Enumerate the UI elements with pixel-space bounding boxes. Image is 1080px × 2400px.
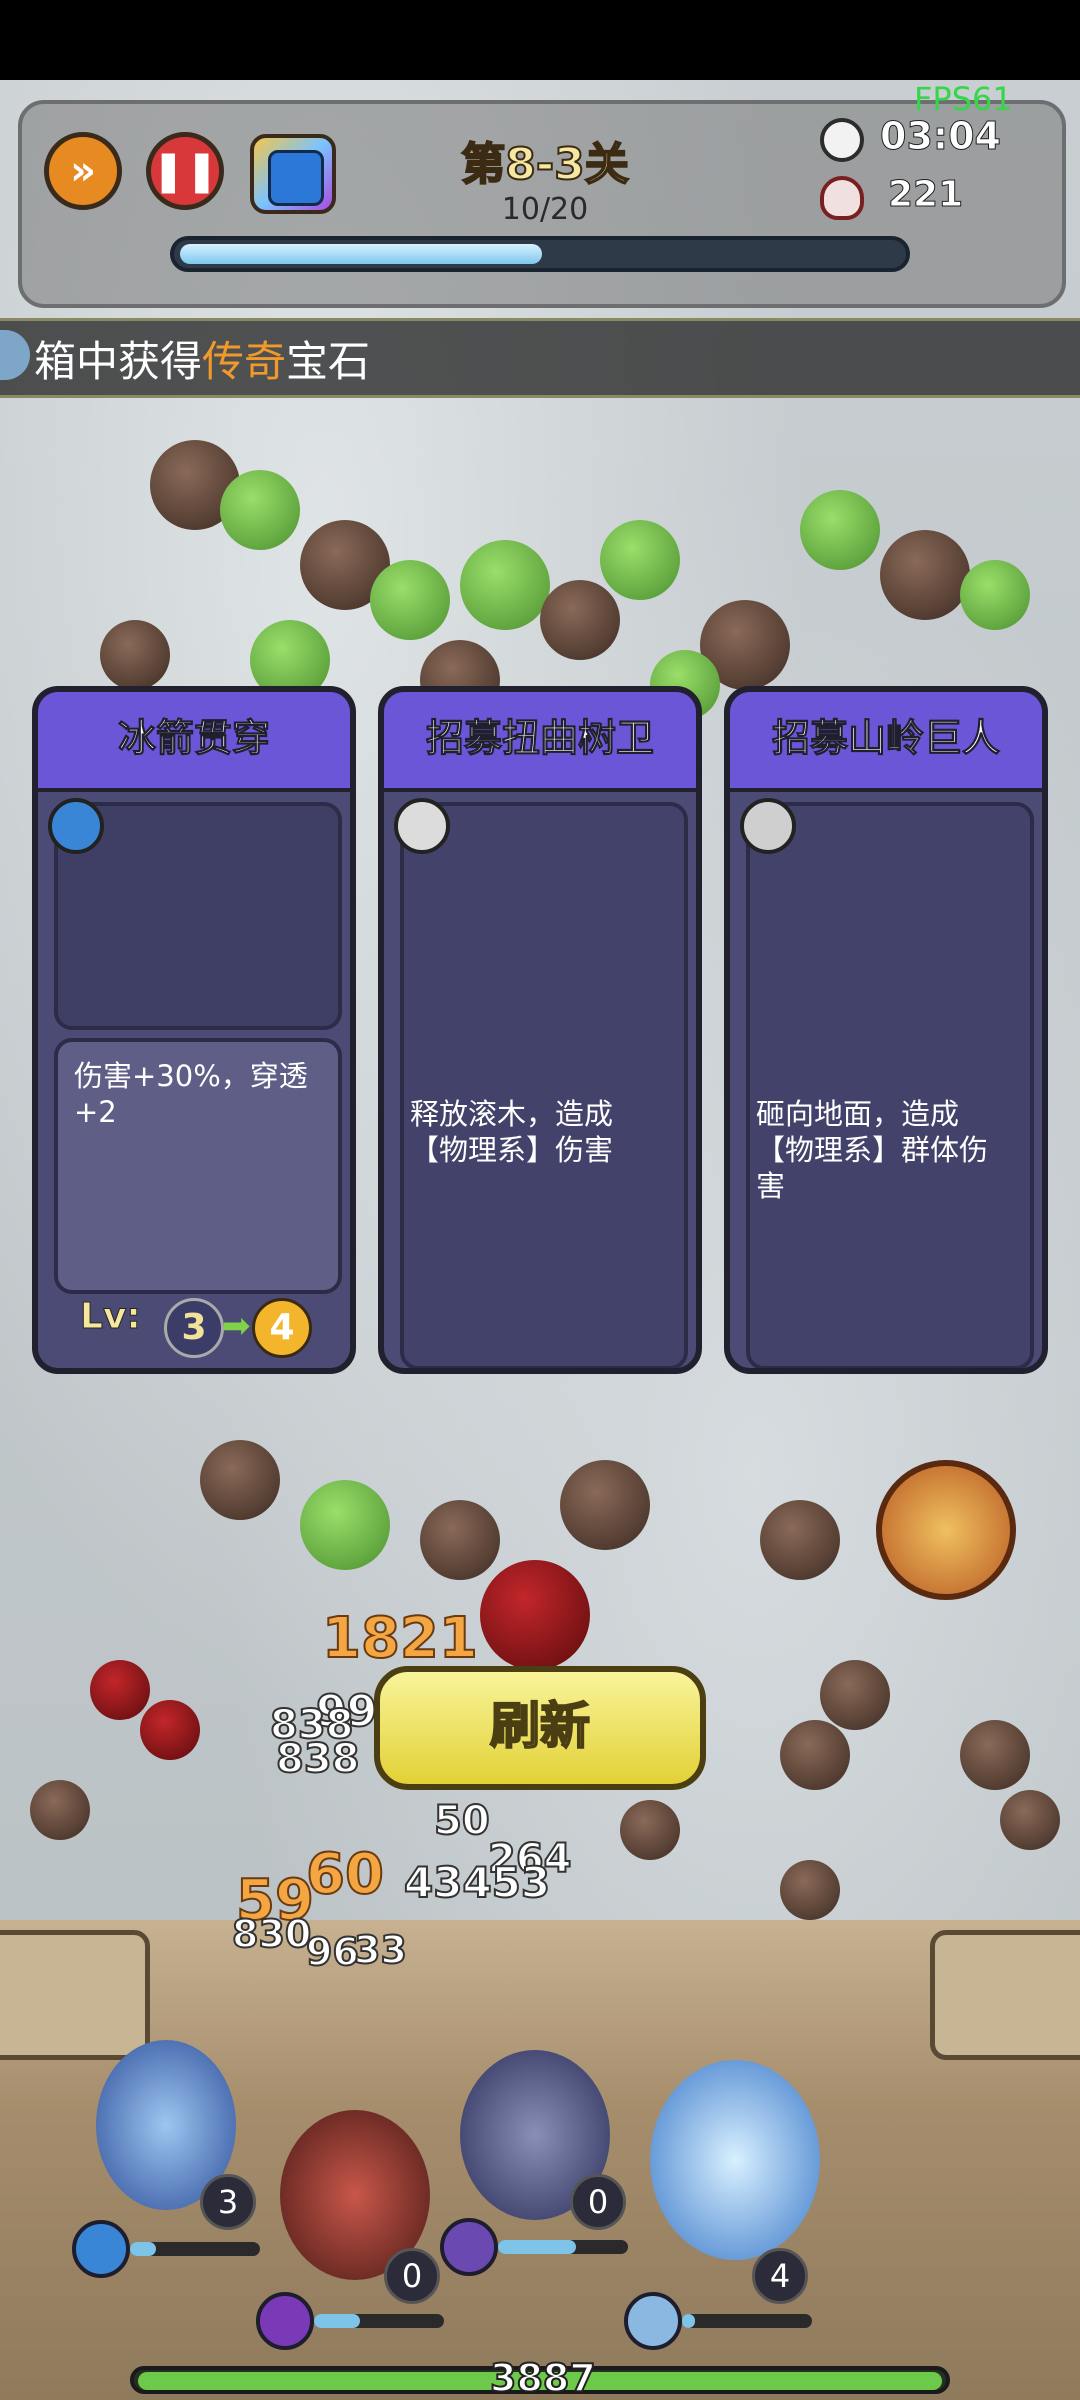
ice-crystal-icon xyxy=(624,2292,682,2350)
damage-number: 43453 xyxy=(403,1857,551,1908)
enemy-sprite xyxy=(780,1860,840,1920)
enemy-sprite xyxy=(960,560,1030,630)
stone-icon xyxy=(394,798,450,854)
enemy-sprite xyxy=(1000,1790,1060,1850)
hero-energy-bar xyxy=(498,2240,628,2254)
card-title: 冰箭贯穿 xyxy=(38,692,350,792)
enemy-sprite xyxy=(880,530,970,620)
enemy-sprite xyxy=(600,520,680,600)
sword-slash-icon xyxy=(256,2292,314,2350)
enemy-sprite xyxy=(200,1440,280,1520)
hero-count: 0 xyxy=(570,2174,626,2230)
wave-counter: 10/20 xyxy=(501,192,589,227)
wave-progress-fill xyxy=(180,244,542,264)
hero-portrait-elf[interactable] xyxy=(876,1460,1016,1600)
pause-button[interactable]: ❚❚ xyxy=(146,132,224,210)
enemy-sprite xyxy=(780,1720,850,1790)
enemy-sprite xyxy=(560,1460,650,1550)
card-title: 招募扭曲树卫 xyxy=(384,692,696,792)
card-title: 招募山岭巨人 xyxy=(730,692,1042,792)
hero-energy-bar xyxy=(682,2314,812,2328)
enemy-sprite xyxy=(800,490,880,570)
card-desc: 释放滚木，造成【物理系】伤害 xyxy=(410,1097,614,1167)
arrow-right-icon: ➡ xyxy=(222,1306,251,1346)
hero-count: 3 xyxy=(200,2174,256,2230)
fast-forward-icon: » xyxy=(70,148,96,194)
level-from: 3 xyxy=(164,1298,224,1358)
arrow-volley-icon xyxy=(440,2218,498,2276)
fps-counter: FPS61 xyxy=(914,80,1013,118)
enemy-sprite xyxy=(140,1700,200,1760)
enemy-sprite xyxy=(620,1800,680,1860)
enemy-sprite xyxy=(460,540,550,630)
base-health-value: 3887 xyxy=(489,2355,597,2400)
announcement-text: 箱中获得传奇宝石 xyxy=(34,328,370,389)
announcement-prefix: 箱中获得 xyxy=(34,337,203,386)
hero-frost-knight[interactable] xyxy=(650,2060,820,2260)
card-desc: 砸向地面，造成【物理系】群体伤害 xyxy=(756,1097,989,1203)
enemy-sprite xyxy=(30,1780,90,1840)
damage-number: 60 xyxy=(305,1841,385,1908)
rock-spike-icon xyxy=(740,798,796,854)
damage-number: 33 xyxy=(353,1927,408,1973)
enemy-sprite xyxy=(370,560,450,640)
hero-energy-bar xyxy=(314,2314,444,2328)
enemy-sprite xyxy=(100,620,170,690)
upgrade-card-treant[interactable]: 招募扭曲树卫 释放滚木，造成【物理系】伤害 xyxy=(378,686,702,1374)
damage-number: 50 xyxy=(433,1797,491,1845)
level-label: Lv: xyxy=(80,1296,142,1338)
card-portrait-treant xyxy=(400,802,688,1368)
enemy-sprite xyxy=(420,1500,500,1580)
status-bar xyxy=(0,0,1080,80)
ice-arrow-icon xyxy=(72,2220,130,2278)
pause-icon: ❚❚ xyxy=(151,148,219,194)
fast-forward-button[interactable]: » xyxy=(44,132,122,210)
timer: 03:04 xyxy=(880,114,1002,159)
enemy-sprite xyxy=(540,580,620,660)
announcement-highlight: 传奇 xyxy=(202,337,287,386)
damage-number: 96 xyxy=(305,1929,360,1975)
announcement-suffix: 宝石 xyxy=(286,337,371,386)
damage-number: 838 xyxy=(275,1735,360,1783)
hero-energy-bar xyxy=(130,2242,260,2256)
castle-tower xyxy=(0,1930,150,2060)
hero-count: 0 xyxy=(384,2248,440,2304)
hero-count: 4 xyxy=(752,2248,808,2304)
level-to: 4 xyxy=(252,1298,312,1358)
ice-arrow-icon xyxy=(48,798,104,854)
enemy-sprite xyxy=(220,470,300,550)
refresh-button[interactable]: 刷新 xyxy=(374,1666,706,1790)
card-deck-button[interactable] xyxy=(250,134,336,214)
upgrade-card-ice-arrow[interactable]: 冰箭贯穿 伤害+30%，穿透+2 xyxy=(32,686,356,1374)
enemy-sprite xyxy=(960,1720,1030,1790)
card-portrait-mountain-giant xyxy=(746,802,1034,1368)
card-deck-icon xyxy=(268,150,324,206)
kill-count: 221 xyxy=(887,174,964,216)
card-desc: 伤害+30%，穿透+2 xyxy=(74,1059,308,1129)
upgrade-card-mountain-giant[interactable]: 招募山岭巨人 砸向地面，造成【物理系】群体伤害 xyxy=(724,686,1048,1374)
skull-icon xyxy=(820,176,864,220)
enemy-sprite xyxy=(300,1480,390,1570)
enemy-sprite xyxy=(480,1560,590,1670)
level-title: 第8-3关 xyxy=(460,138,630,191)
wave-progress-bar xyxy=(170,236,910,272)
damage-number: 830 xyxy=(231,1911,312,1957)
clock-icon xyxy=(820,118,864,162)
enemy-sprite xyxy=(820,1660,890,1730)
enemy-sprite xyxy=(90,1660,150,1720)
castle-tower xyxy=(930,1930,1080,2060)
enemy-sprite xyxy=(760,1500,840,1580)
damage-number: 1821 xyxy=(321,1605,479,1672)
